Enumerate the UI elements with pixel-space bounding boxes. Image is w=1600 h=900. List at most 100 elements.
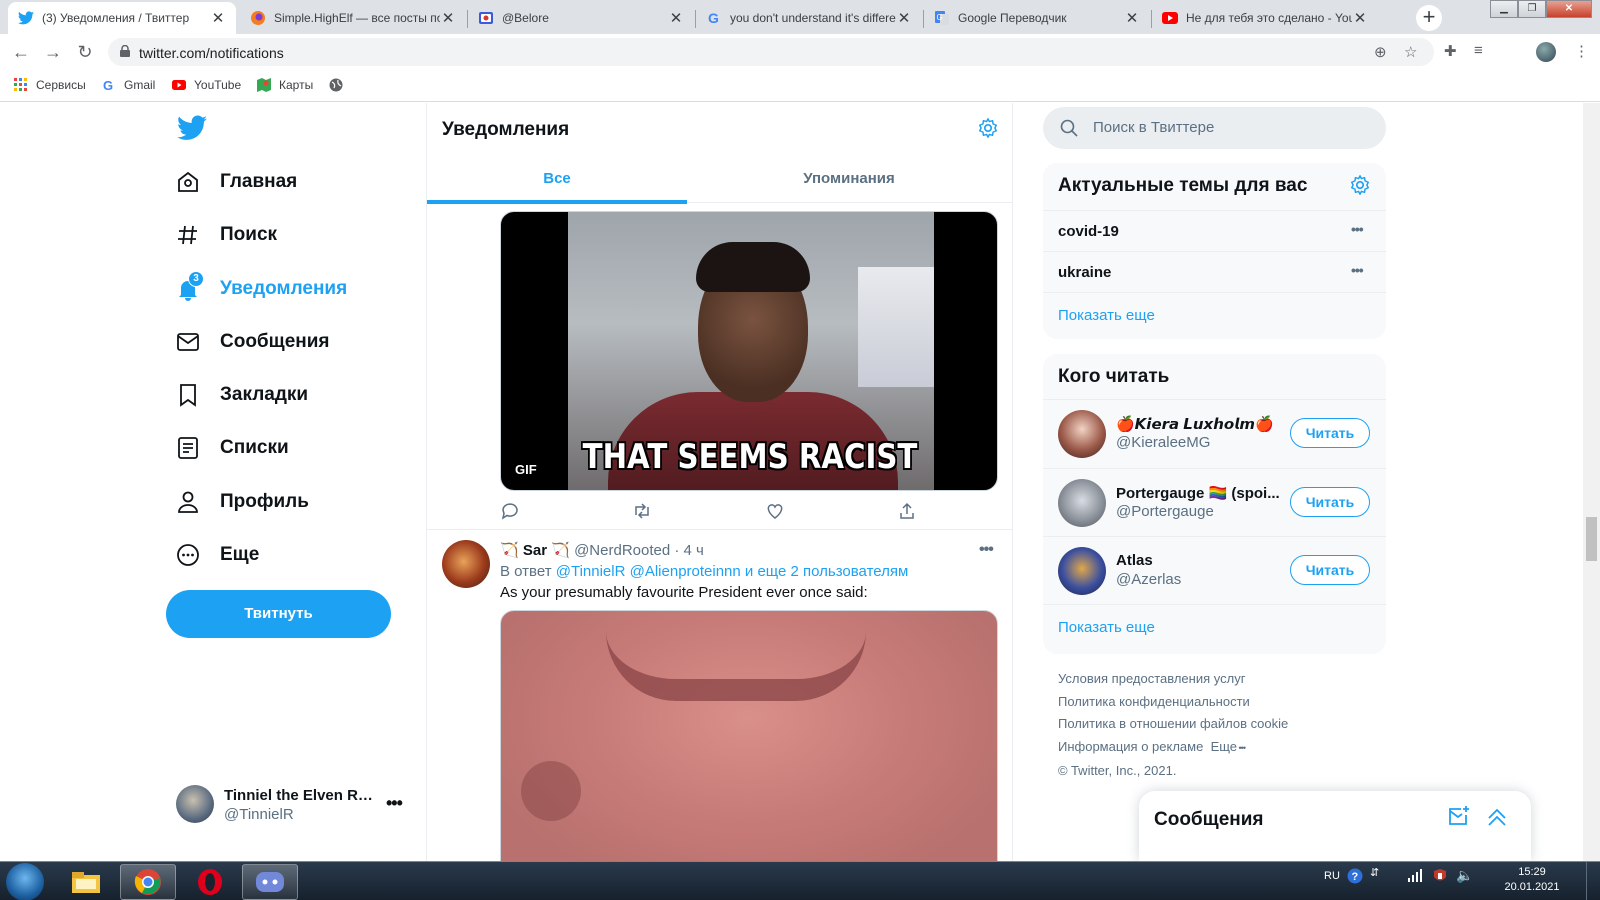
taskbar-clock[interactable]: 15:29 20.01.2021 — [1504, 865, 1560, 895]
close-tab-icon[interactable]: ✕ — [210, 9, 226, 27]
maximize-button[interactable]: ❐ — [1518, 0, 1546, 18]
tab-mentions[interactable]: Упоминания — [719, 155, 979, 203]
nav-home[interactable]: Главная — [176, 167, 297, 197]
tab-title: Не для тебя это сделано - You — [1186, 11, 1352, 25]
tab-simple-highelf[interactable]: Simple.HighElf — все посты по ✕ — [240, 2, 466, 34]
bookmark-gmail[interactable]: G Gmail — [102, 78, 155, 92]
start-button[interactable] — [6, 863, 44, 900]
explorer-folder-icon[interactable] — [58, 864, 114, 900]
tab-belore[interactable]: @Belore ✕ — [468, 2, 694, 34]
new-tab-button[interactable]: + — [1416, 5, 1442, 31]
nav-more[interactable]: Еще — [176, 540, 259, 570]
author-name[interactable]: Sar — [523, 542, 547, 559]
nav-notifications[interactable]: 3 Уведомления — [176, 271, 347, 304]
bookmark-maps[interactable]: Карты — [257, 78, 313, 92]
messages-drawer[interactable]: Сообщения — [1139, 791, 1531, 861]
author-handle[interactable]: @NerdRooted — [574, 542, 670, 559]
media-queue-icon[interactable]: ≡ — [1474, 42, 1483, 59]
nav-profile[interactable]: Профиль — [176, 487, 309, 517]
more-dots-icon[interactable]: ••• — [1351, 221, 1364, 237]
footer-link-terms[interactable]: Условия предоставления услуг — [1058, 668, 1378, 691]
share-icon[interactable] — [897, 501, 917, 521]
chrome-menu-icon[interactable]: ⋮ — [1574, 42, 1589, 60]
who-show-more-row[interactable]: Показать еще — [1043, 604, 1386, 654]
gear-icon[interactable] — [977, 117, 999, 139]
more-dots-icon[interactable]: ••• — [1351, 262, 1364, 278]
speaker-icon[interactable]: 🔈 — [1456, 867, 1473, 884]
follow-button[interactable]: Читать — [1290, 555, 1370, 585]
nav-messages[interactable]: Сообщения — [176, 327, 330, 357]
reload-icon[interactable]: ↻ — [74, 41, 96, 63]
address-bar[interactable]: twitter.com/notifications ⊕ ☆ — [108, 38, 1434, 66]
opera-icon[interactable] — [182, 864, 238, 900]
signal-bars-icon[interactable] — [1408, 868, 1424, 885]
forward-arrow-icon[interactable]: → — [42, 41, 64, 63]
close-tab-icon[interactable]: ✕ — [668, 9, 684, 27]
language-indicator[interactable]: RU — [1324, 870, 1340, 882]
trends-show-more[interactable]: Показать еще — [1058, 307, 1155, 324]
security-shield-icon[interactable] — [1432, 868, 1448, 887]
tweet-button[interactable]: Твитнуть — [166, 590, 391, 638]
close-window-button[interactable]: ✕ — [1546, 0, 1592, 18]
back-arrow-icon[interactable]: ← — [10, 41, 32, 63]
person-icon — [176, 490, 200, 514]
gear-icon[interactable] — [1349, 174, 1371, 196]
follow-suggestion[interactable]: Atlas @Azerlas Читать — [1043, 536, 1386, 604]
trend-item[interactable]: covid-19 ••• — [1043, 210, 1386, 251]
twitter-logo-icon[interactable] — [177, 113, 207, 143]
bookmark-apps[interactable]: Сервисы — [14, 78, 86, 92]
minimize-button[interactable]: ▁ — [1490, 0, 1518, 18]
heart-icon[interactable] — [765, 501, 785, 521]
show-desktop-button[interactable] — [1586, 862, 1600, 900]
close-tab-icon[interactable]: ✕ — [440, 9, 456, 27]
close-tab-icon[interactable]: ✕ — [1352, 9, 1368, 27]
new-message-icon[interactable] — [1447, 805, 1471, 829]
follow-suggestion[interactable]: 🍎𝙆𝙞𝙚𝙧𝙖 𝙇𝙪𝙭𝙝𝙤𝙡𝙢🍎 @KieraleeMG Читать — [1043, 399, 1386, 467]
tab-youtube[interactable]: Не для тебя это сделано - You ✕ — [1152, 2, 1378, 34]
follow-button[interactable]: Читать — [1290, 418, 1370, 448]
nav-lists[interactable]: Списки — [176, 433, 289, 463]
tab-google-translate[interactable]: G Google Переводчик ✕ — [924, 2, 1150, 34]
avatar[interactable] — [1536, 42, 1556, 62]
search-box[interactable]: Поиск в Твиттере — [1043, 107, 1386, 149]
tweet-gif-media[interactable] — [500, 610, 998, 861]
scrollbar-thumb[interactable] — [1586, 517, 1597, 561]
bookmark-youtube[interactable]: YouTube — [172, 78, 241, 92]
tweet-gif-media[interactable]: THAT SEEMS RACIST GIF — [500, 211, 998, 491]
bookmark-globe[interactable] — [329, 78, 351, 92]
discord-icon[interactable] — [242, 864, 298, 900]
reply-mentions[interactable]: @TinnielR @Alienproteinnn — [556, 563, 741, 580]
who-show-more[interactable]: Показать еще — [1058, 619, 1155, 636]
footer-link-privacy[interactable]: Политика конфиденциальности — [1058, 691, 1378, 714]
trend-item[interactable]: ukraine ••• — [1043, 251, 1386, 292]
footer-link-ads[interactable]: Информация о рекламе — [1058, 739, 1203, 754]
extensions-puzzle-icon[interactable]: ✚ — [1444, 42, 1457, 60]
follow-button[interactable]: Читать — [1290, 487, 1370, 517]
trends-show-more-row[interactable]: Показать еще — [1043, 292, 1386, 339]
close-tab-icon[interactable]: ✕ — [1124, 9, 1140, 27]
follow-suggestion[interactable]: Portergauge 🏳️‍🌈 (spoi... @Portergauge Ч… — [1043, 468, 1386, 536]
help-icon[interactable]: ? — [1347, 868, 1363, 887]
tweet-time[interactable]: · 4 ч — [674, 542, 704, 559]
reply-icon[interactable] — [500, 501, 520, 521]
star-icon[interactable]: ☆ — [1404, 43, 1417, 61]
tab-all[interactable]: Все — [427, 155, 687, 203]
retweet-icon[interactable] — [632, 501, 652, 521]
tray-arrows-icon[interactable]: ⇵ — [1370, 866, 1379, 879]
page-scrollbar[interactable] — [1583, 103, 1600, 861]
nav-explore[interactable]: Поиск — [176, 220, 277, 250]
double-chevron-up-icon[interactable] — [1485, 805, 1509, 829]
chrome-icon[interactable] — [120, 864, 176, 900]
account-handle: @TinnielR — [224, 806, 294, 823]
close-tab-icon[interactable]: ✕ — [896, 9, 912, 27]
add-circle-icon[interactable]: ⊕ — [1374, 43, 1387, 61]
reply-others-link[interactable]: и еще 2 пользователям — [745, 563, 908, 580]
footer-link-more[interactable]: Еще — [1211, 739, 1237, 754]
nav-bookmarks[interactable]: Закладки — [176, 380, 308, 410]
avatar[interactable] — [442, 540, 490, 588]
tab-twitter-notifications[interactable]: (3) Уведомления / Твиттер ✕ — [8, 2, 236, 34]
more-dots-icon[interactable]: ••• — [979, 541, 994, 559]
footer-link-cookies[interactable]: Политика в отношении файлов cookie — [1058, 713, 1378, 736]
tab-google-search[interactable]: G you don't understand it's differe ✕ — [696, 2, 922, 34]
account-switcher[interactable]: Tinniel the Elven Ra... @TinnielR ••• — [176, 783, 416, 825]
